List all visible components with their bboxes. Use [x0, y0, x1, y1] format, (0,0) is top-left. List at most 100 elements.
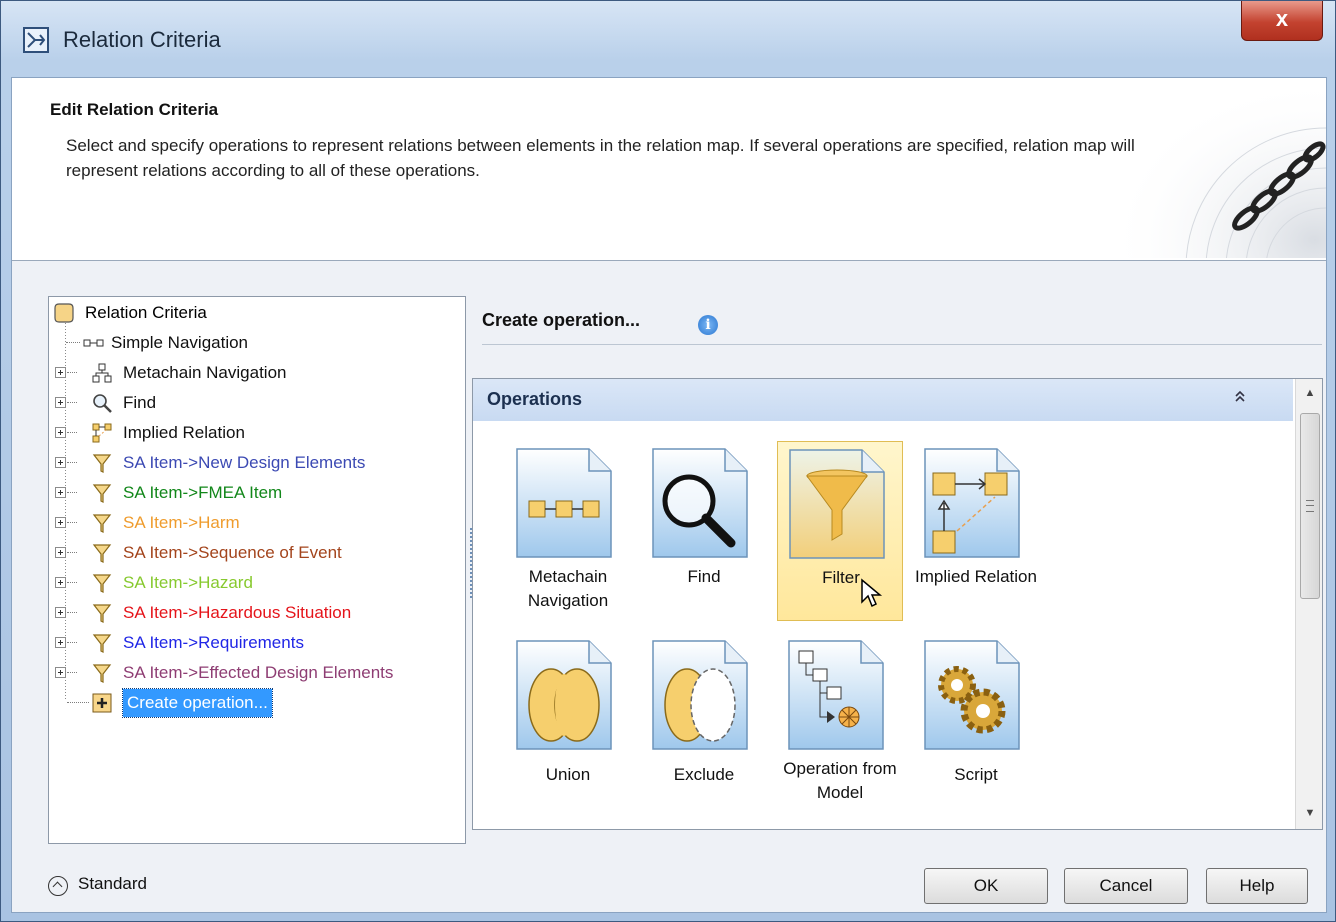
filter-icon [91, 632, 113, 654]
implied-relation-icon [91, 422, 113, 444]
operation-from-model-icon [788, 640, 884, 750]
tile-implied-relation[interactable]: Implied Relation [913, 441, 1039, 621]
relation-map-icon [23, 27, 49, 53]
tree-connector [67, 642, 77, 643]
tile-label: Exclude [673, 765, 735, 784]
tree-item-label: SA Item->Hazard [123, 573, 253, 592]
scroll-thumb[interactable] [1300, 413, 1320, 599]
chevron-up-circle-icon[interactable] [48, 876, 68, 896]
tree-connector [67, 402, 77, 403]
tree-item[interactable]: SA Item->Requirements [49, 629, 465, 657]
expand-icon[interactable] [55, 577, 66, 588]
tree-item[interactable]: SA Item->Sequence of Event [49, 539, 465, 567]
filter-icon [91, 512, 113, 534]
banner-description: Select and specify operations to represe… [66, 136, 1135, 180]
tree-connector [67, 552, 77, 553]
expand-icon[interactable] [55, 637, 66, 648]
operations-scrollbar[interactable]: ▲ ▼ [1295, 379, 1322, 829]
tile-metachain-navigation[interactable]: Metachain Navigation [505, 441, 631, 621]
expand-icon[interactable] [55, 397, 66, 408]
tile-label: Metachain Navigation [527, 567, 609, 610]
expand-icon[interactable] [55, 487, 66, 498]
tile-label: Union [545, 765, 591, 784]
implied-relation-icon [924, 448, 1020, 558]
filter-icon [91, 482, 113, 504]
tree-connector [67, 672, 77, 673]
union-icon [516, 640, 612, 750]
filter-icon [91, 602, 113, 624]
funnel-icon [789, 449, 885, 559]
tile-label: Filter [822, 568, 860, 587]
tile-operation-from-model[interactable]: Operation from Model [777, 633, 903, 813]
scroll-up-button[interactable]: ▲ [1296, 379, 1322, 407]
scroll-down-button[interactable]: ▼ [1296, 799, 1322, 827]
tree-item[interactable]: SA Item->FMEA Item [49, 479, 465, 507]
expand-icon[interactable] [55, 367, 66, 378]
criteria-tree[interactable]: Relation Criteria Simple Navigation Metac… [48, 296, 466, 844]
tile-filter[interactable]: Filter [777, 441, 903, 621]
operations-header[interactable]: Operations [473, 379, 1293, 421]
operations-panel: Operations ▲ ▼ Metachain Navigation Find… [472, 378, 1323, 830]
tree-connector [67, 612, 77, 613]
tree-item-label: SA Item->Harm [123, 513, 240, 532]
tree-item-label: Implied Relation [123, 423, 245, 442]
tree-item-label: Simple Navigation [111, 333, 249, 352]
expand-icon[interactable] [55, 607, 66, 618]
tree-item-label: SA Item->Sequence of Event [123, 543, 342, 562]
tree-item[interactable]: SA Item->Effected Design Elements [49, 659, 465, 687]
tree-item[interactable]: SA Item->Hazardous Situation [49, 599, 465, 627]
tile-union[interactable]: Union [505, 633, 631, 813]
tree-item-label: SA Item->Requirements [123, 633, 304, 652]
tree-item[interactable]: Metachain Navigation [49, 359, 465, 387]
gears-icon [924, 640, 1020, 750]
chain-icon [1096, 78, 1326, 258]
heading-separator [482, 344, 1322, 345]
double-chevron-up-icon[interactable] [1233, 389, 1247, 408]
metachain-navigation-icon [91, 362, 113, 384]
expand-icon[interactable] [55, 517, 66, 528]
tree-connector [67, 522, 77, 523]
cancel-button[interactable]: Cancel [1064, 868, 1188, 904]
simple-navigation-icon [83, 332, 105, 354]
tree-item[interactable]: Implied Relation [49, 419, 465, 447]
tree-item[interactable]: Find [49, 389, 465, 417]
tree-connector [66, 342, 80, 343]
expand-icon[interactable] [55, 547, 66, 558]
ok-button[interactable]: OK [924, 868, 1048, 904]
info-icon[interactable]: i [698, 315, 718, 335]
tree-item-label: SA Item->FMEA Item [123, 483, 283, 502]
tree-connector [67, 462, 77, 463]
tile-exclude[interactable]: Exclude [641, 633, 767, 813]
metachain-navigation-icon [516, 448, 612, 558]
mouse-cursor-icon [861, 578, 883, 608]
tile-label: Implied Relation [915, 567, 1037, 586]
tree-connector [67, 582, 77, 583]
title-bar[interactable]: Relation Criteria x [1, 1, 1335, 77]
close-button[interactable]: x [1241, 1, 1323, 41]
help-button[interactable]: Help [1206, 868, 1308, 904]
tile-label: Script [954, 765, 998, 784]
standard-mode-toggle[interactable]: Standard [78, 874, 147, 894]
filter-icon [91, 542, 113, 564]
create-operation-label: Create operation... [122, 688, 273, 718]
tree-item[interactable]: SA Item->Hazard [49, 569, 465, 597]
expand-icon[interactable] [55, 667, 66, 678]
filter-icon [91, 662, 113, 684]
tree-item-create-operation[interactable]: Create operation... [49, 688, 459, 718]
tree-item[interactable]: Simple Navigation [49, 329, 465, 357]
expand-icon[interactable] [55, 457, 66, 468]
tree-item-label: SA Item->Effected Design Elements [123, 663, 394, 682]
relation-criteria-dialog: Relation Criteria x Edit Relation Criter… [0, 0, 1336, 922]
tree-item-label: SA Item->New Design Elements [123, 453, 366, 472]
window-title: Relation Criteria [63, 27, 221, 52]
create-operation-heading: Create operation... [482, 310, 641, 330]
tile-script[interactable]: Script [913, 633, 1039, 813]
tree-item-label: Metachain Navigation [123, 363, 287, 382]
tree-item[interactable]: SA Item->New Design Elements [49, 449, 465, 477]
magnifier-icon [652, 448, 748, 558]
filter-icon [91, 452, 113, 474]
banner-title: Edit Relation Criteria [50, 100, 219, 119]
tree-item[interactable]: SA Item->Harm [49, 509, 465, 537]
tile-find[interactable]: Find [641, 441, 767, 621]
expand-icon[interactable] [55, 427, 66, 438]
